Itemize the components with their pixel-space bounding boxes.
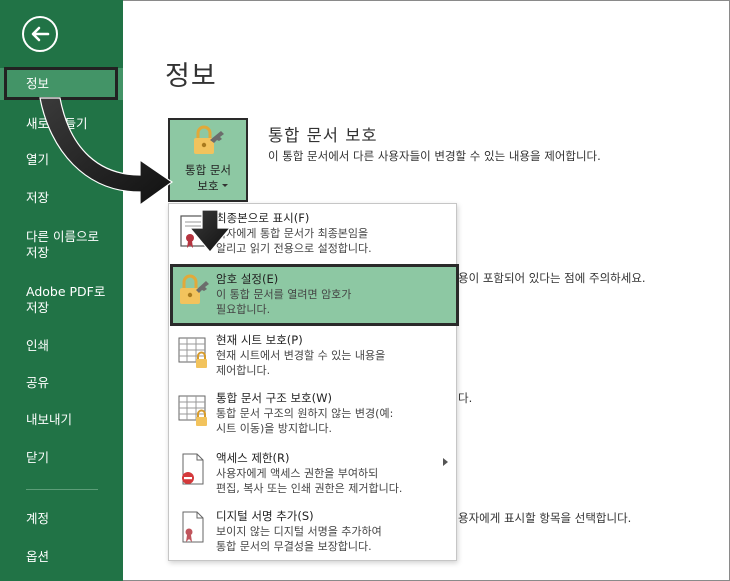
menu-item-title: 최종본으로 표시(F) [216, 211, 310, 225]
protect-workbook-button[interactable]: 통합 문서 보호 [168, 118, 248, 202]
menu-item-description: 통합 문서 구조의 원하지 않는 변경(예: 시트 이동)을 방지합니다. [216, 407, 394, 435]
menu-item-title: 디지털 서명 추가(S) [216, 509, 314, 523]
back-button[interactable] [22, 16, 58, 52]
menu-item-title: 암호 설정(E) [216, 272, 279, 286]
menu-item-protect-current-sheet[interactable]: 현재 시트 보호(P) 현재 시트에서 변경할 수 있는 내용을 제어합니다. [169, 326, 456, 388]
structure-lock-icon [178, 395, 207, 426]
nav-share[interactable]: 공유 [0, 375, 123, 391]
menu-item-description: 보이지 않는 디지털 서명을 추가하여 통합 문서의 무결성을 보장합니다. [216, 525, 382, 553]
nav-open[interactable]: 열기 [0, 152, 123, 168]
menu-item-description: 사용자에게 액세스 권한을 부여하되 편집, 복사 또는 인쇄 권한은 제거합니… [216, 467, 403, 495]
nav-options[interactable]: 옵션 [0, 549, 123, 565]
nav-save-as[interactable]: 다른 이름으로 저장 [0, 229, 123, 261]
protect-workbook-label: 통합 문서 보호 [185, 163, 231, 193]
nav-close[interactable]: 닫기 [0, 450, 123, 466]
dropdown-caret-icon [222, 184, 228, 187]
menu-item-mark-as-final[interactable]: 최종본으로 표시(F) 독자에게 통합 문서가 최종본임을 알리고 읽기 전용으… [169, 204, 456, 266]
lock-key-icon [180, 274, 209, 304]
sidebar-divider [26, 489, 98, 490]
lock-key-icon [194, 125, 224, 154]
background-text-browser-view: 용자에게 표시할 항목을 선택합니다. [458, 511, 632, 525]
nav-new[interactable]: 새로 만들기 [0, 116, 123, 132]
menu-item-protect-workbook-structure[interactable]: 통합 문서 구조 보호(W) 통합 문서 구조의 원하지 않는 변경(예: 시트… [169, 384, 456, 446]
menu-item-title: 통합 문서 구조 보호(W) [216, 391, 332, 405]
menu-item-encrypt-with-password[interactable]: 암호 설정(E) 이 통합 문서를 열려면 암호가 필요합니다. [170, 264, 459, 326]
menu-item-description: 현재 시트에서 변경할 수 있는 내용을 제어합니다. [216, 349, 386, 377]
nav-save-adobe-pdf[interactable]: Adobe PDF로 저장 [0, 284, 123, 316]
nav-export[interactable]: 내보내기 [0, 412, 123, 428]
page-title: 정보 [165, 61, 217, 92]
arrow-left-icon [31, 26, 50, 42]
signature-icon [182, 511, 204, 543]
final-doc-icon [180, 215, 206, 248]
protect-workbook-menu: 최종본으로 표시(F) 독자에게 통합 문서가 최종본임을 알리고 읽기 전용으… [168, 203, 459, 564]
section-title: 통합 문서 보호 [268, 126, 378, 145]
section-description: 이 통합 문서에서 다른 사용자들이 변경할 수 있는 내용을 제어합니다. [268, 149, 601, 163]
menu-item-description: 이 통합 문서를 열려면 암호가 필요합니다. [216, 288, 352, 316]
menu-item-restrict-access[interactable]: 액세스 제한(R) 사용자에게 액세스 권한을 부여하되 편집, 복사 또는 인… [169, 444, 456, 506]
menu-item-description: 독자에게 통합 문서가 최종본임을 알리고 읽기 전용으로 설정합니다. [216, 227, 372, 255]
submenu-arrow-icon [443, 458, 448, 466]
restrict-access-icon [182, 453, 204, 485]
nav-print[interactable]: 인쇄 [0, 338, 123, 354]
menu-item-title: 액세스 제한(R) [216, 451, 290, 465]
sheet-lock-icon [178, 337, 207, 368]
menu-item-title: 현재 시트 보호(P) [216, 333, 303, 347]
nav-account[interactable]: 계정 [0, 511, 123, 527]
background-text-versions: 다. [458, 391, 473, 405]
menu-item-add-digital-signature[interactable]: 디지털 서명 추가(S) 보이지 않는 디지털 서명을 추가하여 통합 문서의 … [169, 502, 456, 564]
nav-info-highlight-frame [4, 67, 118, 100]
background-text-inspect: 용이 포함되어 있다는 점에 주의하세요. [458, 271, 646, 285]
nav-save[interactable]: 저장 [0, 190, 123, 206]
